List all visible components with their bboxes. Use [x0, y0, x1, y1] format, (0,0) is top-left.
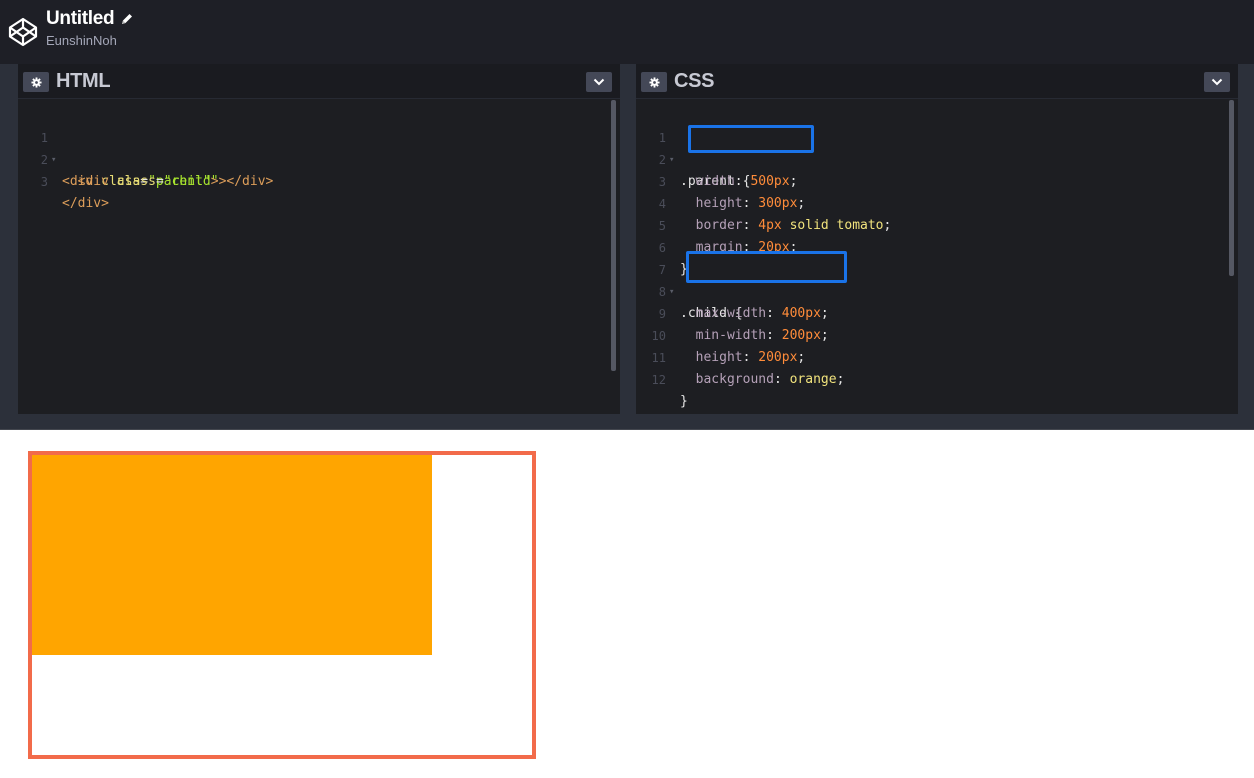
chevron-down-icon: [593, 78, 605, 86]
html-code-editor[interactable]: 1 ▾ <div class="parent"> 2 <div class="c…: [18, 99, 620, 211]
token: ></: [218, 174, 243, 189]
css-panel-menu-button[interactable]: [1204, 72, 1230, 92]
code-text: </div>: [62, 196, 109, 211]
gear-icon: [30, 76, 42, 88]
token: class: [116, 174, 156, 189]
code-line: 3 </div>: [18, 149, 620, 211]
token: "child": [163, 174, 219, 189]
token: background: [695, 372, 774, 387]
preview-pane: [0, 431, 1254, 778]
code-line: 11 background: orange;: [636, 325, 1238, 387]
code-text: }: [680, 394, 688, 409]
token: :: [773, 372, 790, 387]
line-number: 3: [40, 175, 48, 189]
pen-author[interactable]: EunshinNoh: [46, 33, 134, 48]
css-editor-scrollbar[interactable]: [1229, 100, 1234, 276]
code-text: <div class="child"></div>: [62, 171, 274, 193]
token: div: [85, 174, 109, 189]
editor-resize-handle[interactable]: [0, 414, 1254, 430]
code-line: 6 }: [636, 215, 1238, 277]
code-line: 4 border: 4px solid tomato;: [636, 171, 1238, 233]
token: div: [242, 174, 266, 189]
line-number: 12: [651, 373, 666, 387]
css-editor-panel: CSS 1 ▾ .parent { 2 width: 500px; 3 heig…: [636, 64, 1238, 414]
highlight-box-max-width: [686, 251, 847, 283]
code-line: 10 height: 200px;: [636, 303, 1238, 365]
chevron-down-icon: [1211, 78, 1223, 86]
code-line: 1 ▾ .parent {: [636, 105, 1238, 189]
html-panel-menu-button[interactable]: [586, 72, 612, 92]
html-editor-scrollbar[interactable]: [611, 100, 616, 371]
css-settings-button[interactable]: [641, 72, 667, 92]
code-line: 1 ▾ <div class="parent">: [18, 105, 620, 189]
pen-title-area: Untitled EunshinNoh: [46, 8, 134, 48]
gear-icon: [648, 76, 660, 88]
child-div-preview: [32, 455, 432, 655]
html-panel-title: HTML: [56, 70, 111, 92]
codepen-logo-icon[interactable]: [8, 17, 38, 47]
code-line: 9 min-width: 200px;: [636, 281, 1238, 343]
editor-area: HTML 1 ▾ <div class="parent"> 2 <div cla…: [0, 64, 1254, 414]
top-bar: Untitled EunshinNoh: [0, 0, 1254, 64]
code-line: 12 }: [636, 347, 1238, 409]
code-text: background: orange;: [680, 369, 845, 391]
pen-title-text[interactable]: Untitled: [46, 8, 115, 30]
pen-title[interactable]: Untitled: [46, 8, 134, 30]
code-line: 5 margin: 20px;: [636, 193, 1238, 255]
token: orange: [789, 372, 837, 387]
html-settings-button[interactable]: [23, 72, 49, 92]
token: ;: [836, 372, 845, 387]
html-panel-header: HTML: [18, 64, 620, 99]
css-panel-header: CSS: [636, 64, 1238, 99]
code-line: 2 <div class="child"></div>: [18, 127, 620, 189]
highlight-box-width: [688, 125, 814, 153]
parent-div-preview: [28, 451, 536, 759]
css-panel-title: CSS: [674, 70, 715, 92]
token: =: [155, 174, 164, 189]
html-editor-panel: HTML 1 ▾ <div class="parent"> 2 <div cla…: [18, 64, 620, 414]
token: >: [265, 174, 274, 189]
css-code-editor[interactable]: 1 ▾ .parent { 2 width: 500px; 3 height: …: [636, 99, 1238, 409]
edit-pencil-icon[interactable]: [120, 12, 134, 26]
